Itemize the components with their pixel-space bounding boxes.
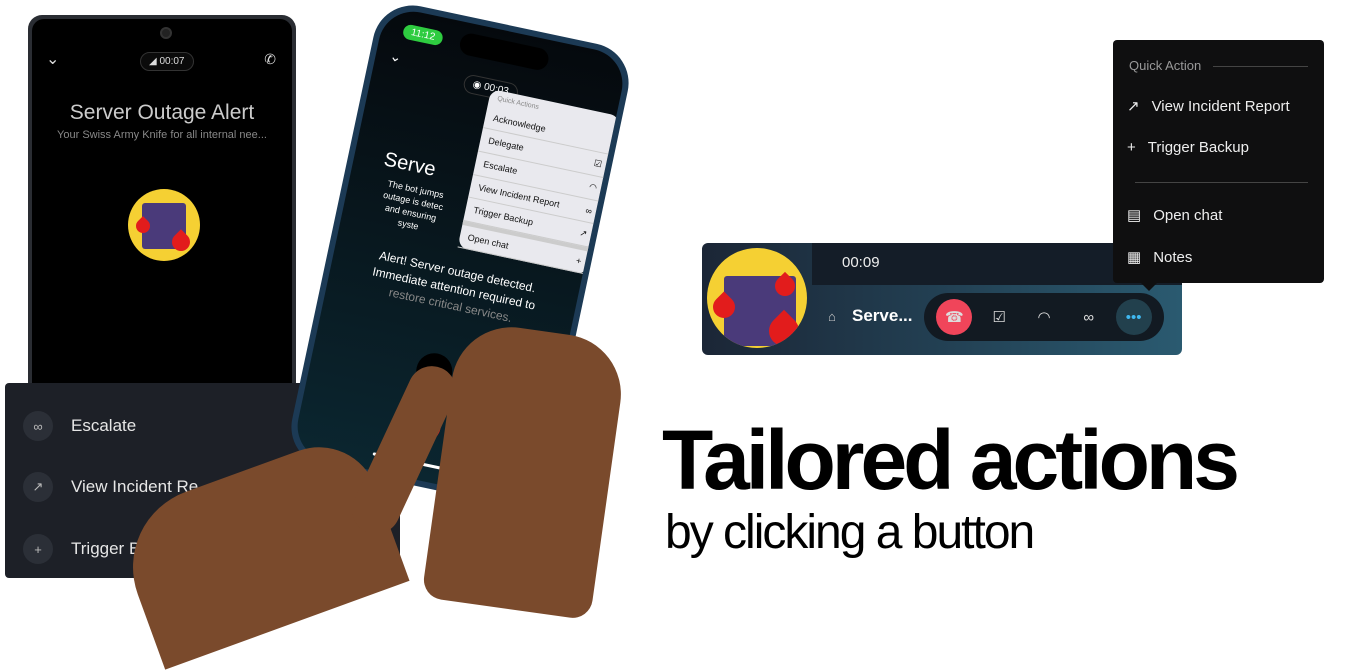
plus-icon: + [575,255,583,267]
phone-icon[interactable]: ✆ [264,51,276,68]
item-label: Escalate [71,416,137,435]
menu-pointer [1141,283,1157,291]
timer-text: 00:07 [159,56,185,67]
item-label: Open chat [1153,206,1223,224]
android-phone: ⌄ ◢ 00:07 ✆ Server Outage Alert Your Swi… [28,15,296,415]
avatar [128,189,200,261]
headset-icon[interactable]: ◠ [1026,299,1062,335]
call-subtitle: Your Swiss Army Knife for all internal n… [57,129,267,141]
item-label: Trigger Backup [1147,139,1249,156]
chevron-down-icon[interactable]: ⌄ [388,47,403,66]
item-label: View Incident Report [1151,97,1290,115]
call-controls: ☎︎ ☑ ◠ ∞ ••• [924,293,1164,341]
external-link-icon: ↗ [1127,98,1140,115]
avatar [707,248,807,348]
bot-icon: ⌂ [828,309,836,324]
quick-actions-menu: Quick Actions Acknowledge Delegate ☑ Esca… [457,88,621,275]
headline-subtitle: by clicking a button [665,506,1035,559]
call-timer: 00:09 [842,254,880,271]
headline-title: Tailored actions [662,413,1240,507]
caller-name: Serve... [852,306,913,325]
plus-icon: + [1127,139,1136,156]
plus-icon: + [23,534,53,564]
divider [1213,66,1308,67]
link-icon[interactable]: ∞ [1071,299,1107,335]
headset-icon: ◠ [588,181,598,193]
more-button[interactable]: ••• [1115,299,1152,335]
link-icon: ∞ [584,205,593,217]
quick-action-menu: Quick Action ↗ View Incident Report + Trig… [1113,40,1324,291]
status-time: 11:12 [401,23,445,47]
item-label: Escalate [482,158,519,176]
external-link-icon: ↗ [578,227,589,239]
call-description: The bot jumps outage is detec and ensuring… [363,174,461,240]
camera [160,27,172,39]
menu-item-notes[interactable]: ▦ Notes [1127,248,1193,267]
menu-item-trigger-backup[interactable]: + Trigger Backup [1127,139,1249,156]
menu-item-view-incident-report[interactable]: ↗ View Incident Report [1127,97,1290,116]
notes-icon: ▦ [1127,249,1142,266]
link-icon: ∞ [23,411,53,441]
desktop-call-widget: 00:09 ⌂ Serve... ☎︎ ☑ ◠ ∞ ••• [702,243,1182,355]
chevron-down-icon[interactable]: ⌄ [46,49,59,69]
menu-item-open-chat[interactable]: ▤ Open chat [1127,206,1223,225]
chat-icon: ▤ [1127,207,1142,224]
call-timer: ◢ 00:07 [140,52,194,71]
item-label: Notes [1153,248,1193,266]
divider [1135,182,1308,183]
notch [457,31,551,72]
checkbox-icon[interactable]: ☑ [981,299,1017,335]
item-label: Delegate [487,135,525,153]
call-title: Serve [381,148,438,181]
checkbox-icon: ☑ [592,157,603,170]
item-label: Open chat [466,232,510,251]
external-link-icon: ↗ [23,472,53,502]
panel-item-escalate[interactable]: ∞ Escalate [23,411,136,441]
call-title: Server Outage Alert [69,101,255,124]
hangup-button[interactable]: ☎︎ [936,299,973,335]
menu-header: Quick Action [1129,58,1202,73]
